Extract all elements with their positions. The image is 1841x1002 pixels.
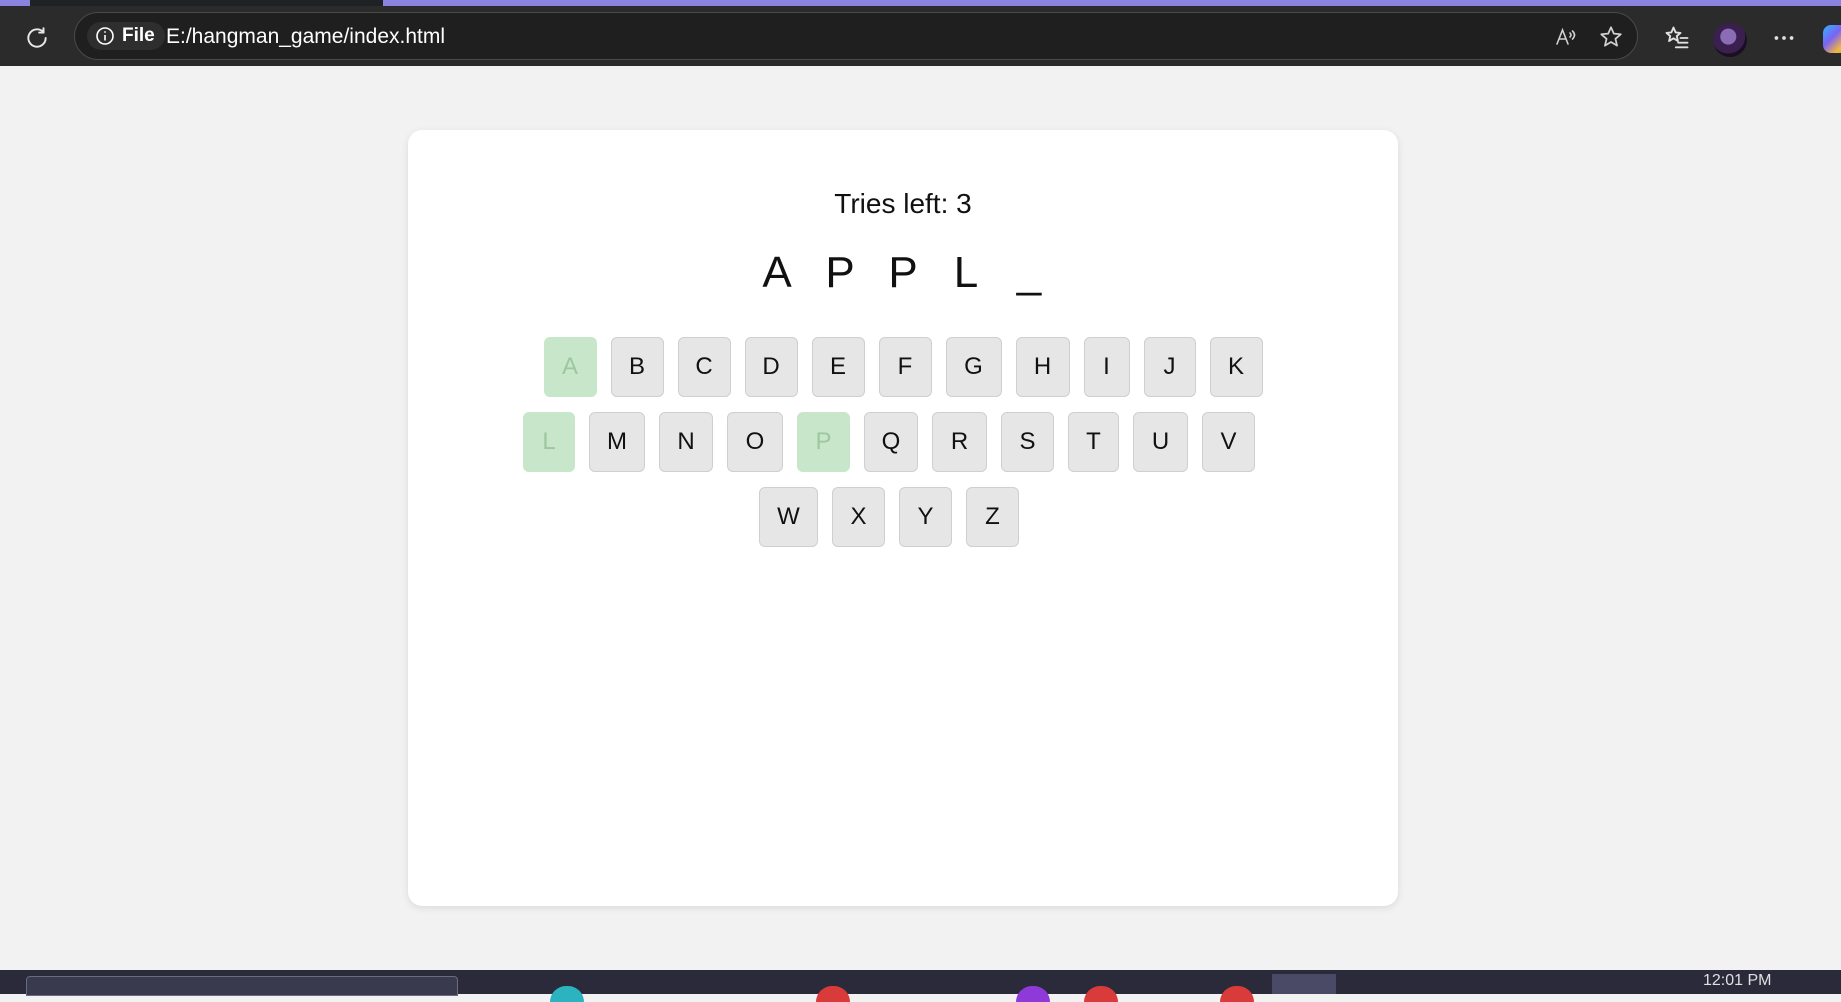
letter-key-j[interactable]: J	[1143, 337, 1196, 397]
letter-key-r[interactable]: R	[932, 412, 987, 472]
site-info-button[interactable]: File	[87, 22, 165, 50]
letter-key-w[interactable]: W	[759, 487, 818, 547]
favorites-list-icon	[1665, 26, 1689, 49]
read-aloud-icon	[1556, 27, 1576, 45]
taskbar-app-icon[interactable]	[816, 986, 850, 1002]
word-letter-slot: L	[953, 248, 979, 297]
favorite-star-icon	[1600, 26, 1622, 47]
letter-key-u[interactable]: U	[1133, 412, 1188, 472]
letter-key-c[interactable]: C	[677, 337, 731, 397]
taskbar-search-box[interactable]	[26, 976, 458, 996]
favorites-button[interactable]	[1660, 21, 1694, 55]
letter-key-n[interactable]: N	[659, 412, 713, 472]
keyboard-row-2: LMNOPQRSTUV	[0, 412, 1792, 472]
letter-key-g[interactable]: G	[945, 337, 1002, 397]
letter-key-h[interactable]: H	[1015, 337, 1070, 397]
taskbar-app-icon[interactable]	[550, 986, 584, 1002]
read-aloud-button[interactable]	[1553, 24, 1579, 50]
keyboard-row-3: WXYZ	[0, 487, 1792, 547]
browser-toolbar: File E:/hangman_game/index.html	[0, 6, 1841, 66]
url-text[interactable]: E:/hangman_game/index.html	[166, 25, 445, 49]
tries-left-text: Tries left: 3	[834, 188, 972, 219]
letter-key-f[interactable]: F	[878, 337, 932, 397]
word-letter-slot: P	[888, 248, 918, 297]
copilot-icon[interactable]	[1823, 25, 1841, 53]
letter-key-m[interactable]: M	[589, 412, 645, 472]
taskbar-app-icon[interactable]	[1084, 986, 1118, 1002]
letter-key-p[interactable]: P	[797, 412, 850, 472]
letter-key-i[interactable]: I	[1083, 337, 1130, 397]
taskbar-clock: 12:01 PM	[1703, 972, 1772, 989]
info-icon	[96, 27, 114, 45]
os-taskbar: 12:01 PM	[0, 970, 1841, 1002]
letter-key-t[interactable]: T	[1068, 412, 1119, 472]
letter-key-s[interactable]: S	[1001, 412, 1054, 472]
reload-button[interactable]	[20, 21, 54, 55]
letter-key-x[interactable]: X	[832, 487, 885, 547]
word-display: A P P L _	[0, 248, 1806, 298]
profile-avatar[interactable]	[1713, 23, 1747, 57]
more-options-icon	[1774, 36, 1794, 40]
letter-key-b[interactable]: B	[610, 337, 664, 397]
letter-key-q[interactable]: Q	[864, 412, 918, 472]
taskbar-active-app[interactable]	[1272, 974, 1336, 994]
letter-key-k[interactable]: K	[1209, 337, 1263, 397]
letter-key-z[interactable]: Z	[966, 487, 1019, 547]
more-options-button[interactable]	[1767, 21, 1801, 55]
add-favorite-button[interactable]	[1598, 24, 1624, 50]
word-letter-slot: P	[825, 248, 855, 297]
taskbar-app-icon[interactable]	[1016, 986, 1050, 1002]
word-letter-slot: _	[1016, 248, 1042, 297]
reload-icon	[27, 27, 47, 48]
address-bar[interactable]: File E:/hangman_game/index.html	[74, 12, 1638, 60]
keyboard-row-1: ABCDEFGHIJK	[0, 337, 1806, 397]
letter-key-v[interactable]: V	[1202, 412, 1255, 472]
taskbar-app-icon[interactable]	[1220, 986, 1254, 1002]
letter-key-l[interactable]: L	[523, 412, 575, 472]
letter-key-a[interactable]: A	[543, 337, 597, 397]
site-info-label: File	[122, 25, 155, 46]
letter-key-o[interactable]: O	[727, 412, 783, 472]
letter-key-d[interactable]: D	[744, 337, 798, 397]
word-letter-slot: A	[762, 248, 792, 297]
letter-key-y[interactable]: Y	[899, 487, 952, 547]
letter-key-e[interactable]: E	[811, 337, 865, 397]
